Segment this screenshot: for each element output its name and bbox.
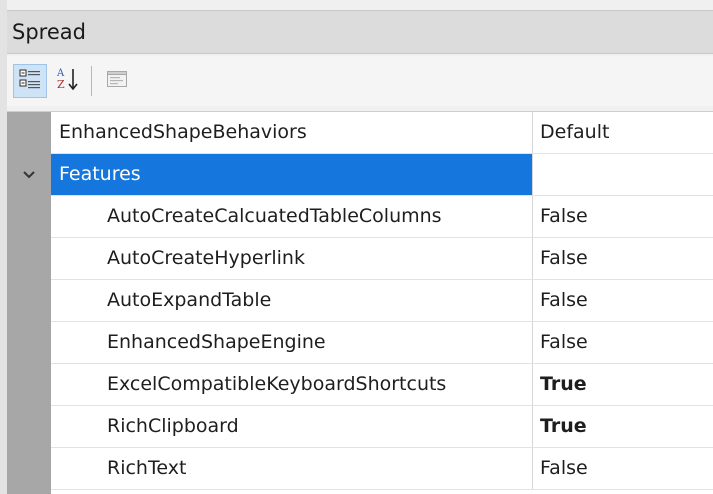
sort-az-icon: A Z (56, 66, 80, 96)
svg-text:Z: Z (57, 78, 65, 91)
property-row-richclipboard[interactable]: RichClipboard True (51, 406, 713, 448)
property-value[interactable]: False (533, 322, 713, 363)
property-row-richtext[interactable]: RichText False (51, 448, 713, 490)
property-grid: EnhancedShapeBehaviors Default Features … (7, 111, 713, 494)
property-row-enhancedshapeengine[interactable]: EnhancedShapeEngine False (51, 322, 713, 364)
categorized-button[interactable] (13, 64, 47, 98)
property-pages-button[interactable] (100, 64, 134, 98)
category-row-features[interactable]: Features (51, 154, 713, 196)
property-value[interactable]: False (533, 448, 713, 489)
property-name: ExcelCompatibleKeyboardShortcuts (51, 364, 533, 405)
property-row-excelcompatiblekeyboardshortcuts[interactable]: ExcelCompatibleKeyboardShortcuts True (51, 364, 713, 406)
property-name: RichText (51, 448, 533, 489)
property-value[interactable]: Default (533, 112, 713, 153)
alphabetical-button[interactable]: A Z (51, 64, 85, 98)
property-name: AutoExpandTable (51, 280, 533, 321)
property-row-autocreatehyperlink[interactable]: AutoCreateHyperlink False (51, 238, 713, 280)
property-toolbar: A Z (7, 56, 713, 106)
property-row-autocreatecalcuatedtablecolumns[interactable]: AutoCreateCalcuatedTableColumns False (51, 196, 713, 238)
property-value[interactable]: False (533, 238, 713, 279)
chevron-down-icon[interactable] (21, 167, 37, 183)
property-value[interactable]: False (533, 196, 713, 237)
property-name: AutoCreateCalcuatedTableColumns (51, 196, 533, 237)
property-pages-icon (106, 69, 128, 93)
property-name: RichClipboard (51, 406, 533, 447)
property-name: EnhancedShapeEngine (51, 322, 533, 363)
property-value[interactable]: False (533, 280, 713, 321)
category-value-cell (533, 154, 713, 195)
property-value[interactable]: True (533, 364, 713, 405)
property-row-enhancedshapebehaviors[interactable]: EnhancedShapeBehaviors Default (51, 112, 713, 154)
categorized-icon (19, 68, 41, 94)
category-label: Features (51, 154, 533, 195)
property-name: AutoCreateHyperlink (51, 238, 533, 279)
property-value[interactable]: True (533, 406, 713, 447)
property-name: EnhancedShapeBehaviors (51, 112, 533, 153)
object-selector[interactable]: Spread (7, 10, 713, 54)
toolbar-separator (91, 66, 92, 96)
property-row-autoexpandtable[interactable]: AutoExpandTable False (51, 280, 713, 322)
object-title: Spread (12, 20, 86, 44)
property-grid-window: Spread A Z EnhancedShapeBehaviors Defaul… (0, 0, 713, 494)
